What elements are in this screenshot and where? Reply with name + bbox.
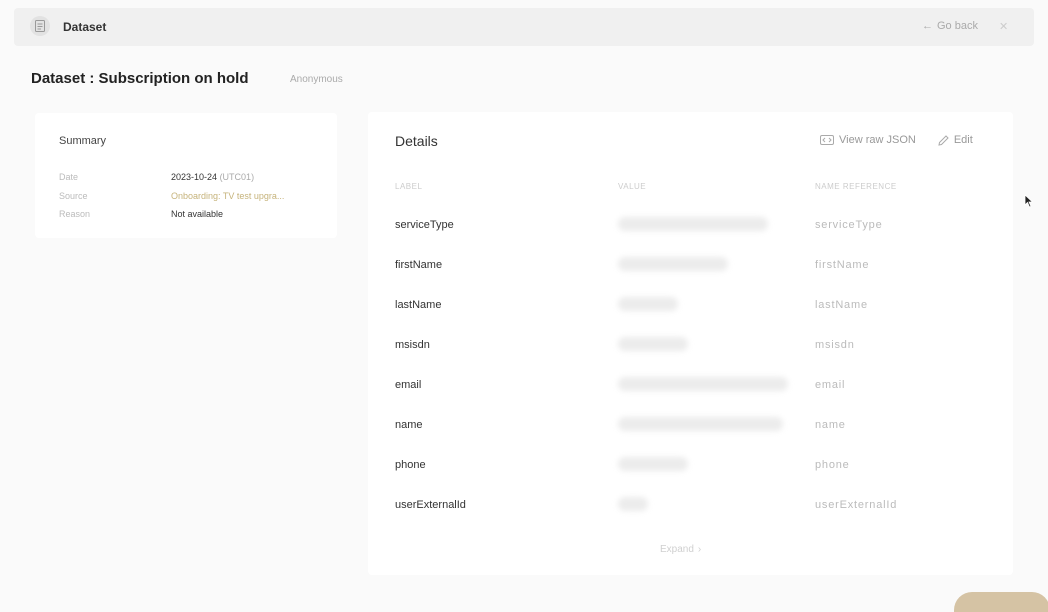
- pencil-icon: [938, 134, 949, 146]
- table-row: lastName lastName: [368, 289, 1013, 329]
- row-reference: lastName: [815, 299, 868, 311]
- summary-value: Not available: [171, 209, 224, 219]
- row-value-redacted: [618, 377, 788, 391]
- summary-title: Summary: [59, 135, 107, 147]
- summary-row-reason: Reason Not available: [59, 209, 223, 219]
- summary-key: Date: [59, 172, 79, 182]
- expand-button[interactable]: Expand ›: [660, 544, 701, 555]
- summary-key: Source: [59, 191, 88, 201]
- row-label: serviceType: [395, 219, 454, 231]
- details-actions: View raw JSON Edit: [820, 134, 973, 146]
- row-value-redacted: [618, 417, 783, 431]
- row-reference: msisdn: [815, 339, 855, 351]
- row-label: email: [395, 379, 422, 391]
- go-back-button[interactable]: ← Go back: [922, 20, 978, 32]
- summary-card: Summary Date 2023-10-24 (UTC01) Source Onb…: [35, 113, 337, 238]
- top-bar: Dataset ← Go back ✕: [14, 8, 1034, 46]
- view-json-button[interactable]: View raw JSON: [820, 134, 916, 146]
- table-row: phone phone: [368, 449, 1013, 489]
- row-reference: userExternalId: [815, 499, 898, 511]
- row-reference: phone: [815, 459, 850, 471]
- row-value-redacted: [618, 257, 728, 271]
- row-label: phone: [395, 459, 426, 471]
- page-title: Dataset : Subscription on hold: [31, 70, 249, 87]
- mouse-cursor-icon: [1024, 194, 1034, 208]
- row-label: userExternalId: [395, 499, 466, 511]
- app-title: Dataset: [63, 20, 107, 34]
- details-card: Details View raw JSON Edit LABEL VALUE N…: [368, 112, 1013, 575]
- table-row: firstName firstName: [368, 249, 1013, 289]
- chevron-right-icon: ›: [697, 544, 702, 555]
- document-icon: [30, 16, 50, 36]
- row-value-redacted: [618, 217, 768, 231]
- table-row: userExternalId userExternalId: [368, 489, 1013, 529]
- summary-value-suffix: (UTC01): [219, 172, 255, 182]
- row-reference: name: [815, 419, 846, 431]
- summary-value: 2023-10-24: [171, 172, 218, 182]
- table-row: serviceType serviceType: [368, 209, 1013, 249]
- table-row: name name: [368, 409, 1013, 449]
- row-reference: email: [815, 379, 846, 391]
- summary-source-link[interactable]: Onboarding: TV test upgra...: [171, 191, 284, 201]
- page-subtag: Anonymous: [290, 74, 343, 85]
- go-back-label: Go back: [937, 20, 978, 32]
- row-value-redacted: [618, 457, 688, 471]
- close-icon[interactable]: ✕: [999, 20, 1008, 33]
- expand-label: Expand: [660, 544, 694, 555]
- view-json-label: View raw JSON: [839, 134, 916, 146]
- summary-key: Reason: [59, 209, 91, 219]
- arrow-left-icon: ←: [922, 20, 933, 32]
- row-value-redacted: [618, 497, 648, 511]
- edit-button[interactable]: Edit: [938, 134, 973, 146]
- summary-row-source: Source Onboarding: TV test upgra...: [59, 191, 284, 201]
- details-title: Details: [395, 133, 438, 149]
- row-value-redacted: [618, 297, 678, 311]
- row-label: name: [395, 419, 423, 431]
- row-label: msisdn: [395, 339, 430, 351]
- row-label: firstName: [395, 259, 443, 271]
- row-label: lastName: [395, 299, 442, 311]
- chat-launcher-button[interactable]: [954, 592, 1048, 612]
- column-header-reference: NAME REFERENCE: [815, 182, 897, 191]
- row-reference: serviceType: [815, 219, 883, 231]
- row-value-redacted: [618, 337, 688, 351]
- edit-label: Edit: [953, 134, 973, 146]
- column-header-value: VALUE: [618, 182, 647, 191]
- table-row: email email: [368, 369, 1013, 409]
- column-header-label: LABEL: [395, 182, 423, 191]
- summary-row-date: Date 2023-10-24 (UTC01): [59, 172, 254, 182]
- row-reference: firstName: [815, 259, 870, 271]
- table-row: msisdn msisdn: [368, 329, 1013, 369]
- code-icon: [820, 135, 834, 145]
